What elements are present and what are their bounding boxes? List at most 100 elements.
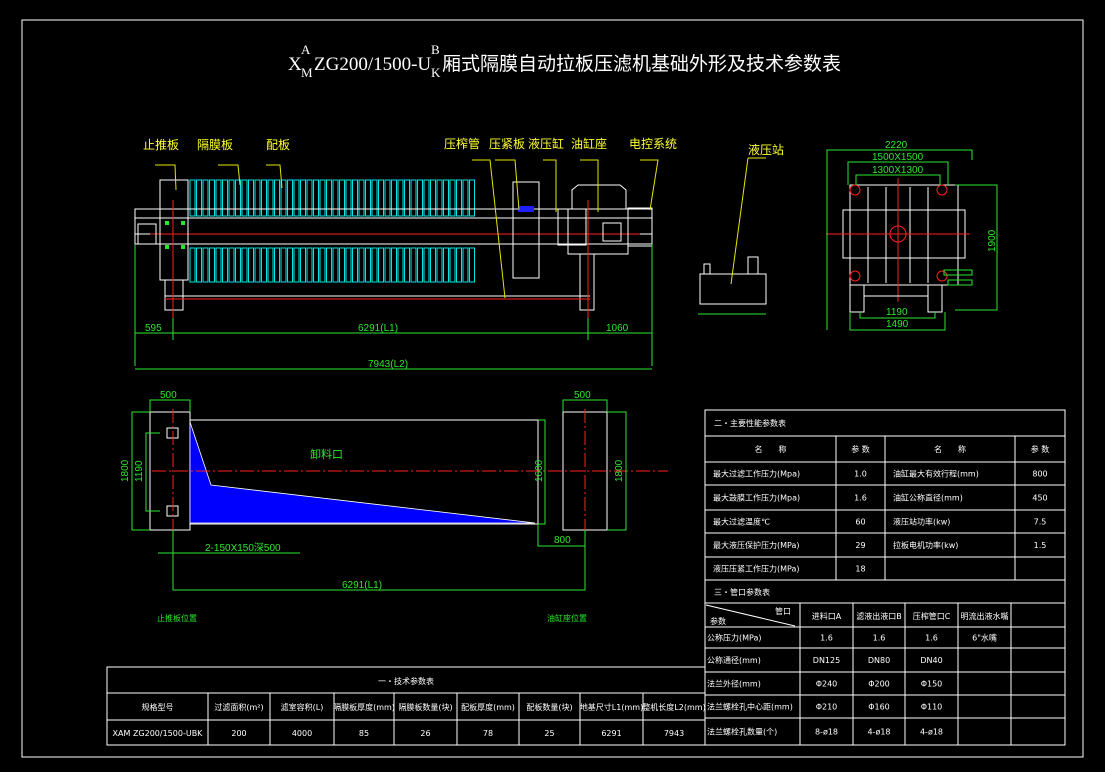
table-data-cell: 26 (420, 729, 430, 738)
table-cell: 法兰螺栓孔数量(个) (707, 727, 777, 737)
table-cell: 7.5 (1034, 518, 1047, 527)
dim-1190: 1190 (886, 307, 908, 318)
table-cell: Φ150 (921, 680, 943, 689)
filter-plate (371, 179, 378, 217)
filter-plate (306, 179, 313, 217)
filter-plate (436, 247, 443, 283)
filter-plates-lower (189, 247, 475, 283)
filter-plate (215, 179, 222, 217)
filter-plate (235, 247, 241, 283)
cylinder-seat (567, 208, 629, 255)
filter-plate (287, 247, 293, 283)
filter-plate (274, 247, 280, 283)
pit-slope (189, 421, 536, 524)
filter-plate (215, 247, 222, 283)
dim-l2: 7943(L2) (368, 359, 408, 370)
table-header-cell: 配板数量(块) (526, 702, 572, 712)
table-cell: 4-ø18 (867, 728, 890, 737)
table-data-cell: 85 (359, 729, 369, 738)
filter-plate (378, 179, 384, 217)
table-header-cell: 明流出液水嘴 (961, 611, 1009, 621)
filter-plate (358, 179, 365, 217)
title-model: ZG200/1500-U (314, 54, 431, 75)
main-elevation-view: 止推板 隔膜板 配板 压榨管 压紧板 液压缸 油缸座 电控系统 595 6291… (134, 136, 677, 370)
table-cell: 公称通径(mm) (707, 655, 761, 665)
filter-plate (417, 179, 423, 217)
electric-control-box (627, 207, 653, 247)
table-cell: 拉板电机功率(kw) (893, 540, 958, 550)
table-header-cell: 压榨管口C (913, 611, 951, 621)
dim-anchor-holes: 2-150X150深500 (205, 542, 281, 554)
table-cell: 油缸公称直径(mm) (893, 493, 963, 503)
filter-plate (339, 247, 345, 283)
filter-plate (456, 179, 462, 217)
stop-plate (159, 179, 189, 281)
dim-plan-l1: 6291(L1) (342, 580, 382, 591)
table-cell: 1.6 (820, 634, 833, 643)
label-press-plate: 压紧板 (489, 137, 525, 151)
filter-plate (410, 247, 417, 283)
table-cell: 最大过滤温度℃ (713, 517, 770, 527)
filter-plate (261, 247, 267, 283)
dim-left-1800: 1800 (120, 459, 131, 482)
filter-plate (410, 179, 417, 217)
filter-plate (313, 247, 319, 283)
filter-plate (345, 247, 352, 283)
corner-header-params: 参数 (710, 616, 726, 626)
filter-plate (456, 247, 462, 283)
table-cell: 1.6 (925, 634, 938, 643)
filter-plate (339, 179, 345, 217)
table-header-cell: 整机长度L2(mm) (642, 702, 705, 712)
filter-plate (300, 179, 306, 217)
table-cell: 8-ø18 (815, 728, 838, 737)
filter-plate (404, 179, 410, 217)
filter-plate (391, 247, 397, 283)
dim-2220: 2220 (885, 140, 908, 151)
drawing-frame (21, 19, 1084, 758)
filter-plate (228, 179, 235, 217)
side-beam-middle (134, 217, 653, 235)
filter-plate (423, 179, 430, 217)
filter-plate (397, 179, 404, 217)
stop-plate-leg (164, 279, 184, 311)
table-header-cell: 进料口A (812, 611, 842, 621)
filter-plate (417, 247, 423, 283)
port-parameters-table: 三・管口参数表 管口 参数 进料口A 滤液出液口B 压榨管口C 明流出液水嘴公称压力(… (704, 579, 1066, 746)
table-cell: 6"水嘴 (972, 633, 997, 643)
table-cell: 法兰外径(mm) (707, 679, 761, 689)
filter-plate (365, 179, 371, 217)
table-cell: 法兰螺栓孔中心距(mm) (707, 702, 793, 712)
dim-right-1060: 1060 (606, 323, 629, 334)
filter-plate (300, 247, 306, 283)
table-header-cell: 参 数 (1031, 444, 1050, 454)
foundation-plan-view: 500 500 1800 1190 1600 1800 800 6291(L1)… (120, 390, 668, 623)
dim-l1: 6291(L1) (358, 323, 398, 334)
filter-plate (280, 247, 287, 283)
filter-plate (326, 247, 332, 283)
dim-right-500: 500 (574, 390, 591, 401)
dim-left-595: 595 (145, 323, 162, 334)
filter-plate (404, 247, 410, 283)
filter-plate (209, 179, 215, 217)
label-membrane-plate: 隔膜板 (197, 138, 233, 152)
label-squeeze-pipe: 压榨管 (444, 136, 480, 151)
filter-plate (293, 179, 300, 217)
filter-plate (202, 247, 209, 283)
table-cell: 最大过滤工作压力(Mpa) (713, 469, 800, 479)
side-beam-upper (134, 208, 653, 219)
valve (703, 263, 711, 275)
filter-plate (267, 179, 274, 217)
table-header-cell: 过滤面积(m²) (214, 702, 263, 712)
performance-parameters-table: 二・主要性能参数表 名 称 参 数 名 称 参 数最大过滤工作压力(Mpa) 1.0 油缸… (704, 409, 1066, 581)
table-data-cell: 25 (544, 729, 554, 738)
filter-plate (241, 179, 248, 217)
table-cell: DN125 (813, 656, 840, 665)
table-cell: 最大液压保护压力(MPa) (713, 540, 800, 550)
table-perf-title: 二・主要性能参数表 (714, 418, 786, 428)
filter-plate (397, 247, 404, 283)
cylinder-seat-leg (579, 253, 595, 311)
table-cell: 18 (855, 565, 865, 574)
filter-plate (254, 179, 261, 217)
filter-plate (449, 247, 456, 283)
label-stop-plate: 止推板 (143, 138, 179, 152)
